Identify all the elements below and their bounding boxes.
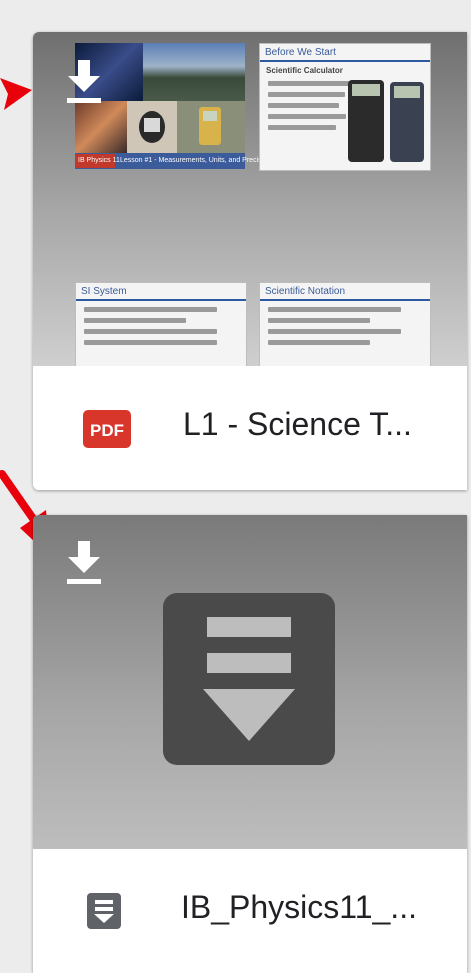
download-icon[interactable] bbox=[65, 539, 103, 585]
file-name[interactable]: IB_Physics11_... bbox=[181, 889, 417, 926]
slide-caption-left: IB Physics 11 bbox=[78, 157, 120, 164]
slide-thumbnail-4: Scientific Notation bbox=[259, 282, 431, 366]
file-card-document[interactable]: IB_Physics11_... bbox=[33, 515, 467, 973]
file-card-footer: IB_Physics11_... bbox=[33, 849, 467, 973]
slide-caption-bar: IB Physics 11 Lesson #1 - Measurements, … bbox=[75, 154, 271, 168]
slide-caption-right: Lesson #1 - Measurements, Units, and Pre… bbox=[120, 157, 271, 164]
file-card-footer: PDF L1 - Science T... bbox=[33, 366, 467, 490]
file-thumbnail[interactable] bbox=[33, 515, 467, 849]
slide-thumbnail-3: SI System bbox=[75, 282, 247, 366]
document-download-icon bbox=[163, 593, 335, 765]
slide-title: Scientific Notation bbox=[260, 283, 430, 301]
pdf-icon: PDF bbox=[83, 410, 131, 448]
file-card-pdf[interactable]: IB Physics 11 Lesson #1 - Measurements, … bbox=[33, 32, 467, 490]
download-icon[interactable] bbox=[65, 58, 103, 104]
slide-thumbnail-2: Before We Start Scientific Calculator bbox=[259, 43, 431, 171]
slide-subtitle: Scientific Calculator bbox=[266, 66, 343, 75]
file-thumbnail[interactable]: IB Physics 11 Lesson #1 - Measurements, … bbox=[33, 32, 467, 366]
pdf-badge-text: PDF bbox=[90, 421, 124, 440]
slide-title: SI System bbox=[76, 283, 246, 301]
document-icon bbox=[87, 893, 121, 929]
slide-title: Before We Start bbox=[260, 44, 430, 62]
file-name[interactable]: L1 - Science T... bbox=[183, 406, 412, 443]
